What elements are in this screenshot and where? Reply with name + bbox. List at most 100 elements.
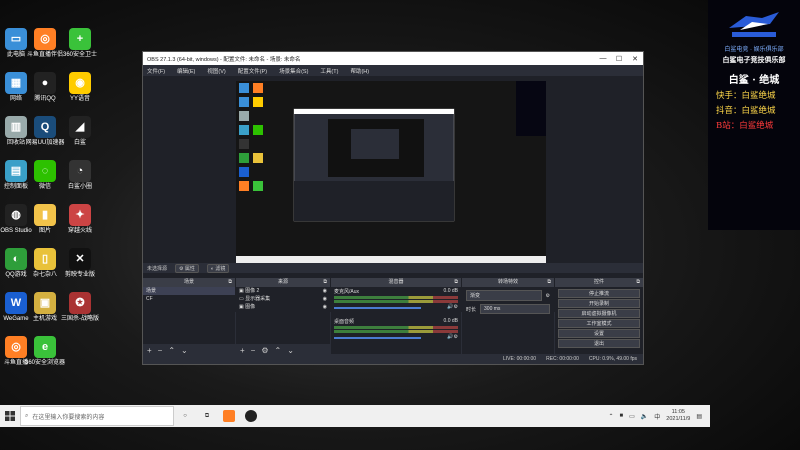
menu-item[interactable]: 帮助(H): [350, 67, 369, 75]
capcut-icon: ✕: [69, 248, 91, 270]
ime-icon[interactable]: 中: [654, 412, 660, 421]
transition-select[interactable]: 渐变: [466, 290, 542, 301]
minimize-icon[interactable]: —: [595, 55, 611, 63]
system-tray: ⌃ ■ ▭ 🔈 中 11:05 2021/11/9 ▤: [608, 409, 710, 423]
duration-input[interactable]: 300 ms: [480, 304, 550, 314]
dock-settings-icon[interactable]: ⧉: [323, 278, 327, 287]
source-item[interactable]: ▭ 显示器采集 ◉: [236, 295, 330, 303]
desktop-icon[interactable]: ◔ 白鲨小圈: [58, 160, 102, 191]
obs-taskbar-icon[interactable]: [240, 405, 262, 427]
taskbar: ⌕ 在这里输入你要搜索的内容 ○ ⧉ ⌃ ■ ▭ 🔈 中 11:05 2021/…: [0, 405, 710, 427]
visibility-eye-icon[interactable]: ◉: [323, 287, 330, 295]
volume-meter: [334, 296, 458, 299]
360browser-icon: e: [34, 336, 56, 358]
volume-icon[interactable]: 🔈: [641, 413, 648, 420]
scenes-title: 场景: [183, 279, 194, 285]
close-icon[interactable]: ✕: [627, 55, 643, 63]
menu-item[interactable]: 视图(V): [207, 67, 225, 75]
windows-start-icon[interactable]: [0, 405, 20, 427]
scene-item[interactable]: CF: [143, 295, 235, 303]
menu-item[interactable]: 工具(T): [320, 67, 338, 75]
menu-item[interactable]: 场景集合(S): [279, 67, 308, 75]
desktop-icon[interactable]: +360安全卫士: [58, 28, 102, 59]
douyu-icon: ◎: [34, 28, 56, 50]
menu-item[interactable]: 文件(F): [147, 67, 165, 75]
desktop-icon[interactable]: ◢ 白鲨: [58, 116, 102, 147]
desktop-icon-label: 剪映专业版: [64, 272, 95, 278]
gear-icon[interactable]: ⚙: [454, 304, 458, 310]
control-button[interactable]: 退出: [558, 339, 640, 348]
task-view-icon[interactable]: ⧉: [196, 405, 218, 427]
tray-app-icon[interactable]: ■: [619, 413, 623, 419]
shark-logo-icon: [724, 6, 784, 42]
maximize-icon[interactable]: ☐: [611, 55, 627, 63]
source-item-label: 显示器采集: [245, 296, 271, 302]
uu-icon: Q: [34, 116, 56, 138]
desktop-icon[interactable]: ✕ 剪映专业版: [58, 248, 102, 279]
mixer-track: 桌面音频 0.0 dB 🔊 ⚙: [331, 317, 461, 341]
source-item-label: 图像: [245, 304, 256, 310]
dock-settings-icon[interactable]: ⧉: [636, 278, 640, 287]
live-status: LIVE: 00:00:00: [503, 356, 537, 362]
visibility-eye-icon[interactable]: ◉: [323, 295, 330, 303]
cf-icon: ✦: [69, 204, 91, 226]
douyu-taskbar-icon[interactable]: [218, 405, 240, 427]
controls-dock: 控件 ⧉ 停止推流 开始录制 启动虚拟摄像机 工作室模式 设置 退出: [555, 278, 643, 356]
desktop-icon[interactable]: e 360安全浏览器: [23, 336, 67, 367]
volume-slider[interactable]: [334, 337, 421, 339]
yy-icon: ◉: [69, 72, 91, 94]
desktop-icon-label: 三国杀-战略版: [61, 316, 99, 322]
volume-meter: [334, 326, 458, 329]
clock-time: 11:05: [671, 409, 685, 415]
obs-titlebar[interactable]: OBS 27.1.3 (64-bit, windows) - 配置文件: 未命名…: [143, 52, 643, 65]
duration-label: 时长: [466, 306, 477, 313]
tray-expand-icon[interactable]: ⌃: [608, 413, 613, 420]
preview-area: [143, 76, 643, 312]
transitions-title: 转场特效: [497, 279, 518, 285]
menu-item[interactable]: 配置文件(P): [238, 67, 267, 75]
desktop-icon-label: 360安全浏览器: [24, 360, 65, 366]
desktop-icon[interactable]: ✪ 三国杀-战略版: [58, 292, 102, 323]
scene-item-label: CF: [146, 296, 153, 302]
taskbar-search[interactable]: ⌕ 在这里输入你要搜索的内容: [20, 406, 174, 426]
control-button[interactable]: 开始录制: [558, 299, 640, 308]
qq-icon: ●: [34, 72, 56, 94]
scene-item[interactable]: 场景: [143, 287, 235, 295]
control-button[interactable]: 设置: [558, 329, 640, 338]
notification-icon[interactable]: ▤: [696, 413, 702, 420]
filters-button[interactable]: ◐ 滤镜: [206, 263, 230, 273]
desktop-icon-label: YY语音: [69, 96, 90, 102]
obs-window: OBS 27.1.3 (64-bit, windows) - 配置文件: 未命名…: [142, 51, 644, 365]
preview-canvas[interactable]: [236, 81, 546, 264]
volume-meter: [334, 330, 458, 333]
source-item-label: 图像 2: [245, 288, 260, 294]
360-icon: +: [69, 28, 91, 50]
cortana-icon[interactable]: ○: [174, 405, 196, 427]
dock-settings-icon[interactable]: ⧉: [454, 278, 458, 287]
console-game-icon: ▣: [34, 292, 56, 314]
rec-status: REC: 00:00:00: [546, 356, 579, 362]
clock[interactable]: 11:05 2021/11/9: [666, 409, 690, 423]
scene-item-label: 场景: [146, 288, 157, 294]
source-item[interactable]: ▣ 图像 ◉: [236, 303, 330, 311]
visibility-eye-icon[interactable]: ◉: [323, 303, 330, 311]
filters-label: 滤镜: [215, 265, 226, 272]
desktop-icon[interactable]: ✦ 穿越火线: [58, 204, 102, 235]
overlay-douyin: 抖音：白鲨绝城: [716, 106, 776, 116]
gear-icon[interactable]: ⚙: [454, 334, 458, 340]
properties-button[interactable]: ⚙ 属性: [175, 263, 199, 273]
control-button[interactable]: 工作室模式: [558, 319, 640, 328]
source-item[interactable]: ▣ 图像 2 ◉: [236, 287, 330, 295]
volume-slider[interactable]: [334, 307, 421, 309]
control-button[interactable]: 停止推流: [558, 289, 640, 298]
control-button[interactable]: 启动虚拟摄像机: [558, 309, 640, 318]
dock-settings-icon[interactable]: ⧉: [228, 278, 232, 287]
desktop-icon[interactable]: ◉ YY语音: [58, 72, 102, 103]
mixer-track: 麦克风/Aux 0.0 dB 🔊 ⚙: [331, 287, 461, 311]
menu-item[interactable]: 编辑(E): [177, 67, 195, 75]
gear-icon[interactable]: ⚙: [546, 293, 550, 299]
track-name: 麦克风/Aux: [334, 289, 360, 295]
network-icon[interactable]: ▭: [629, 413, 635, 420]
dock-settings-icon[interactable]: ⧉: [547, 278, 551, 287]
desktop-icon-label: 白鲨小圈: [67, 184, 92, 190]
